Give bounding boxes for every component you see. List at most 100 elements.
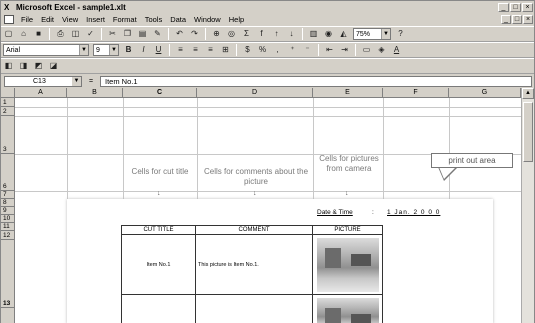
percent-button[interactable]: % xyxy=(256,44,269,56)
close-button[interactable]: × xyxy=(522,2,533,12)
help-icon[interactable]: ? xyxy=(394,28,407,40)
menu-help[interactable]: Help xyxy=(225,15,248,24)
currency-button[interactable]: $ xyxy=(241,44,254,56)
drawing-icon[interactable]: ◭ xyxy=(337,28,350,40)
vertical-scrollbar[interactable]: ▲ xyxy=(521,88,534,323)
menu-window[interactable]: Window xyxy=(190,15,225,24)
decrease-indent-icon[interactable]: ⇤ xyxy=(323,44,336,56)
column-header-g[interactable]: G xyxy=(449,88,521,98)
minimize-button[interactable]: _ xyxy=(498,2,509,12)
camera-insert-icon[interactable]: ◧ xyxy=(2,60,15,72)
function-icon[interactable]: f xyxy=(255,28,268,40)
row-header-6[interactable]: 6 xyxy=(1,154,15,191)
paste-icon[interactable]: ▤ xyxy=(136,28,149,40)
cell-cut-title-2[interactable] xyxy=(121,294,196,323)
menu-edit[interactable]: Edit xyxy=(37,15,58,24)
sort-ascending-icon[interactable]: ↑ xyxy=(270,28,283,40)
open-icon[interactable]: ⌂ xyxy=(17,28,30,40)
row-header-1[interactable]: 1 xyxy=(1,98,15,107)
cell-picture[interactable] xyxy=(312,234,383,295)
underline-button[interactable]: U xyxy=(152,44,165,56)
increase-indent-icon[interactable]: ⇥ xyxy=(338,44,351,56)
formula-input[interactable]: Item No.1 xyxy=(100,75,532,87)
menu-file[interactable]: File xyxy=(17,15,37,24)
print-preview-icon[interactable]: ◫ xyxy=(69,28,82,40)
chart-wizard-icon[interactable]: ▥ xyxy=(307,28,320,40)
camera-copy-icon[interactable]: ◩ xyxy=(32,60,45,72)
menu-data[interactable]: Data xyxy=(166,15,190,24)
copy-icon[interactable]: ❐ xyxy=(121,28,134,40)
align-center-icon[interactable]: ≡ xyxy=(189,44,202,56)
camera-replace-icon[interactable]: ◨ xyxy=(17,60,30,72)
map-icon[interactable]: ◉ xyxy=(322,28,335,40)
row-header-11[interactable]: 11 xyxy=(1,223,15,231)
chevron-down-icon[interactable]: ▼ xyxy=(109,45,118,55)
redo-icon[interactable]: ↷ xyxy=(188,28,201,40)
fill-color-icon[interactable]: ◈ xyxy=(375,44,388,56)
row-header-3[interactable]: 3 xyxy=(1,116,15,154)
scroll-up-icon[interactable]: ▲ xyxy=(522,88,534,99)
row-header-8[interactable]: 8 xyxy=(1,199,15,207)
new-icon[interactable]: ▢ xyxy=(2,28,15,40)
font-color-icon[interactable]: A xyxy=(390,44,403,56)
scroll-thumb[interactable] xyxy=(523,102,533,162)
italic-button[interactable]: I xyxy=(137,44,150,56)
autosum-icon[interactable]: Σ xyxy=(240,28,253,40)
equals-icon[interactable]: = xyxy=(82,78,100,85)
cell-comment[interactable]: This picture is Item No.1. xyxy=(195,234,313,295)
maximize-button[interactable]: □ xyxy=(510,2,521,12)
workbook-icon[interactable] xyxy=(4,15,14,24)
decrease-decimal-icon[interactable]: ⁻ xyxy=(301,44,314,56)
borders-icon[interactable]: ▭ xyxy=(360,44,373,56)
comma-button[interactable]: , xyxy=(271,44,284,56)
web-toolbar-icon[interactable]: ◎ xyxy=(225,28,238,40)
spelling-icon[interactable]: ✓ xyxy=(84,28,97,40)
column-header-f[interactable]: F xyxy=(383,88,449,98)
chevron-down-icon[interactable]: ▼ xyxy=(72,76,81,86)
menu-insert[interactable]: Insert xyxy=(82,15,109,24)
chevron-down-icon[interactable]: ▼ xyxy=(381,29,390,39)
menu-tools[interactable]: Tools xyxy=(141,15,167,24)
align-right-icon[interactable]: ≡ xyxy=(204,44,217,56)
format-painter-icon[interactable]: ✎ xyxy=(151,28,164,40)
undo-icon[interactable]: ↶ xyxy=(173,28,186,40)
column-header-b[interactable]: B xyxy=(67,88,123,98)
bold-button[interactable]: B xyxy=(122,44,135,56)
merge-center-icon[interactable]: ⊞ xyxy=(219,44,232,56)
column-header-a[interactable]: A xyxy=(15,88,67,98)
row-header-2[interactable]: 2 xyxy=(1,107,15,116)
name-box[interactable]: C13 ▼ xyxy=(4,75,82,87)
camera-settings-icon[interactable]: ◪ xyxy=(47,60,60,72)
column-header-e[interactable]: E xyxy=(313,88,383,98)
cell-comment-2[interactable] xyxy=(195,294,313,323)
row-header-14[interactable] xyxy=(1,308,15,323)
font-size-select[interactable]: 9 ▼ xyxy=(93,44,119,56)
column-header-c[interactable]: C xyxy=(123,88,197,98)
row-header-13[interactable]: 13 xyxy=(1,240,15,308)
row-header-12[interactable]: 12 xyxy=(1,231,15,240)
increase-decimal-icon[interactable]: ⁺ xyxy=(286,44,299,56)
doc-minimize-button[interactable]: _ xyxy=(501,15,511,24)
cell-picture-2[interactable] xyxy=(312,294,383,323)
cut-icon[interactable]: ✂ xyxy=(106,28,119,40)
row-header-9[interactable]: 9 xyxy=(1,207,15,215)
menu-format[interactable]: Format xyxy=(109,15,141,24)
menu-view[interactable]: View xyxy=(58,15,82,24)
font-select[interactable]: Arial ▼ xyxy=(3,44,89,56)
save-icon[interactable]: ■ xyxy=(32,28,45,40)
align-left-icon[interactable]: ≡ xyxy=(174,44,187,56)
zoom-select[interactable]: 75% ▼ xyxy=(353,28,391,40)
sort-descending-icon[interactable]: ↓ xyxy=(285,28,298,40)
row-header-10[interactable]: 10 xyxy=(1,215,15,223)
column-header-d[interactable]: D xyxy=(197,88,313,98)
worksheet-grid[interactable]: A B C D E F G 1 2 3 6 7 8 9 10 11 12 13 … xyxy=(1,88,521,323)
row-header-7[interactable]: 7 xyxy=(1,191,15,199)
print-icon[interactable]: ⎙ xyxy=(54,28,67,40)
doc-restore-button[interactable]: □ xyxy=(512,15,522,24)
select-all-corner[interactable] xyxy=(1,88,15,98)
doc-close-button[interactable]: × xyxy=(523,15,533,24)
chevron-down-icon[interactable]: ▼ xyxy=(79,45,88,55)
cell-cut-title[interactable]: Item No.1 xyxy=(121,234,196,295)
print-area-callout[interactable]: print out area xyxy=(431,153,513,168)
hyperlink-icon[interactable]: ⊕ xyxy=(210,28,223,40)
